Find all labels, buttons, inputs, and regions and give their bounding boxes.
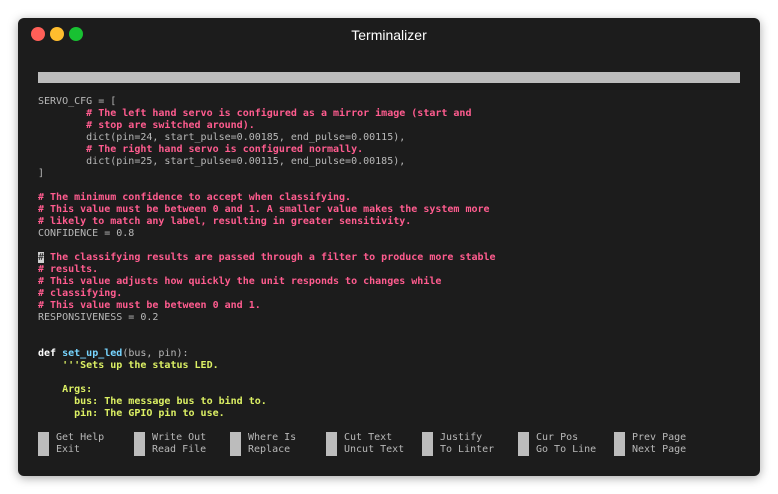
code-token: # This value adjusts how quickly the uni… [38,276,442,287]
shortcut-key-block [518,432,529,456]
code-line: # results. [38,264,740,276]
title-bar: Terminalizer [18,18,760,52]
code-token: RESPONSIVENESS = 0.2 [38,312,159,323]
shortcut-label: Cur Pos [536,432,579,443]
code-line: dict(pin=25, start_pulse=0.00115, end_pu… [38,156,740,168]
shortcut-item[interactable]: Write Out Read File [134,432,228,456]
code-token: # The minimum confidence to accept when … [38,192,352,203]
code-token: pin: The GPIO pin to use. [38,408,225,419]
code-line: # The minimum confidence to accept when … [38,192,740,204]
code-line: '''Sets up the status LED. [38,360,740,372]
code-token: def [38,348,63,359]
shortcut-item[interactable]: Get Help Exit [38,432,132,456]
code-line: def set_up_led(bus, pin): [38,348,740,360]
code-token: # likely to match any label, resulting i… [38,216,412,227]
window-title: Terminalizer [351,27,427,43]
code-token: dict(pin=25, start_pulse=0.00115, end_pu… [38,156,406,167]
shortcut-label: Go To Line [536,444,597,455]
shortcut-label: To Linter [440,444,495,455]
code-token: # The left hand servo is configured as a… [38,108,472,119]
code-token: set_up_led [62,348,123,359]
code-token: SERVO_CFG = [ [38,96,117,107]
shortcut-label: Exit [56,444,81,455]
shortcut-label: Where Is [248,432,297,443]
code-line: # classifying. [38,288,740,300]
code-line: # likely to match any label, resulting i… [38,216,740,228]
shortcut-label: Read File [152,444,207,455]
shortcut-label: Write Out [152,432,207,443]
code-token: The classifying results are passed throu… [44,252,496,263]
code-token: CONFIDENCE = 0.8 [38,228,135,239]
shortcut-label: Justify [440,432,483,443]
code-line: pin: The GPIO pin to use. [38,408,740,420]
code-line: # stop are switched around). [38,120,740,132]
shortcut-key-block [230,432,241,456]
code-line: # The left hand servo is configured as a… [38,108,740,120]
shortcut-label: Cut Text [344,432,393,443]
shortcut-key-block [38,432,49,456]
code-line: # This value must be between 0 and 1. A … [38,204,740,216]
shortcut-key-block [326,432,337,456]
shortcut-item[interactable]: Cur Pos Go To Line [518,432,612,456]
code-line: dict(pin=24, start_pulse=0.00185, end_pu… [38,132,740,144]
code-line: bus: The message bus to bind to. [38,396,740,408]
code-token: '''Sets up the status LED. [38,360,219,371]
code-token: bus: The message bus to bind to. [38,396,267,407]
shortcut-key-block [134,432,145,456]
shortcut-label: Uncut Text [344,444,405,455]
code-line: # The classifying results are passed thr… [38,252,740,264]
code-token: # results. [38,264,99,275]
code-line: # This value must be between 0 and 1. [38,300,740,312]
code-editor[interactable]: SERVO_CFG = [ # The left hand servo is c… [38,96,740,426]
shortcut-key-block [614,432,625,456]
code-line: # This value adjusts how quickly the uni… [38,276,740,288]
shortcut-item[interactable]: Where Is Replace [230,432,324,456]
code-line: # The right hand servo is configured nor… [38,144,740,156]
shortcut-item[interactable]: Prev Page Next Page [614,432,708,456]
shortcut-label: Next Page [632,444,687,455]
editor-header-bar [38,72,740,83]
code-token: # This value must be between 0 and 1. [38,300,261,311]
code-line: ] [38,168,740,180]
code-line: RESPONSIVENESS = 0.2 [38,312,740,324]
shortcut-label: Replace [248,444,291,455]
code-token: (bus, pin): [122,348,189,359]
terminal-window: Terminalizer SERVO_CFG = [ # The left ha… [18,18,760,476]
shortcut-key-block [422,432,433,456]
code-line: CONFIDENCE = 0.8 [38,228,740,240]
shortcut-item[interactable]: Justify To Linter [422,432,516,456]
code-token: # The right hand servo is configured nor… [38,144,364,155]
shortcut-label: Prev Page [632,432,687,443]
code-token: # classifying. [38,288,123,299]
shortcut-label: Get Help [56,432,105,443]
code-token: dict(pin=24, start_pulse=0.00185, end_pu… [38,132,406,143]
code-token: # This value must be between 0 and 1. A … [38,204,490,215]
code-token: Args: [38,384,93,395]
shortcut-bar: Get Help Exit Write Out Read File Where Is Re… [38,432,740,458]
code-token: ] [38,168,45,179]
code-token: # stop are switched around). [38,120,255,131]
code-line: Args: [38,384,740,396]
shortcut-item[interactable]: Cut Text Uncut Text [326,432,420,456]
code-line: SERVO_CFG = [ [38,96,740,108]
